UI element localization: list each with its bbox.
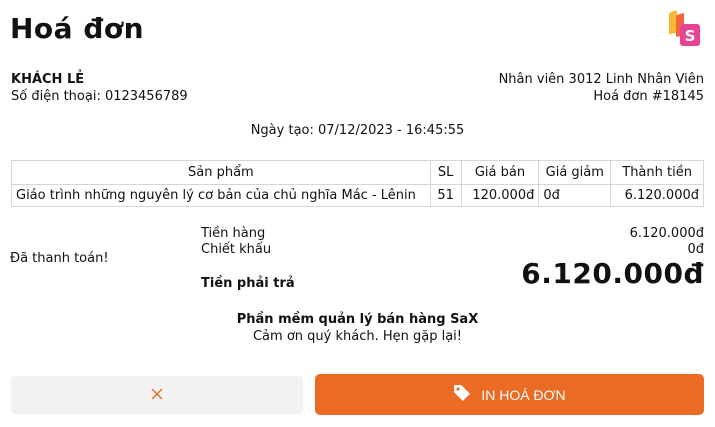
discount-value: 0đ: [687, 242, 704, 257]
subtotal-label: Tiền hàng: [201, 226, 266, 241]
col-total: Thành tiền: [610, 160, 704, 185]
close-icon: [151, 388, 163, 403]
tag-icon: [453, 384, 471, 405]
page-title: Hoá đơn: [10, 12, 145, 45]
cell-price: 120.000đ: [460, 184, 540, 207]
col-product: Sản phẩm: [11, 160, 431, 185]
customer-phone: Số điện thoại: 0123456789: [11, 89, 188, 104]
table-header-row: Sản phẩm SL Giá bán Giá giảm Thành tiền: [11, 160, 704, 185]
created-date: Ngày tạo: 07/12/2023 - 16:45:55: [250, 123, 465, 138]
col-price: Giá bán: [460, 160, 540, 185]
cell-qty: 51: [429, 184, 462, 207]
col-qty: SL: [429, 160, 462, 185]
items-table: Sản phẩm SL Giá bán Giá giảm Thành tiền …: [11, 160, 704, 207]
col-discount: Giá giảm: [538, 160, 612, 185]
footer: Phần mềm quản lý bán hàng SaX Cảm ơn quý…: [0, 311, 715, 345]
print-button-label: IN HOÁ ĐƠN: [481, 386, 566, 403]
customer-name: KHÁCH LẺ: [11, 72, 85, 87]
app-logo: S: [668, 10, 704, 50]
total-value: 6.120.000đ: [521, 257, 704, 290]
footer-thanks: Cảm ơn quý khách. Hẹn gặp lại!: [252, 329, 462, 344]
payment-status: Đã thanh toán!: [10, 251, 109, 266]
staff-info: Nhân viên 3012 Linh Nhân Viên Hoá đơn #1…: [499, 71, 704, 105]
staff-name: Nhân viên 3012 Linh Nhân Viên: [498, 72, 704, 87]
footer-software: Phần mềm quản lý bán hàng SaX: [236, 312, 479, 327]
total-label: Tiền phải trả: [201, 276, 295, 291]
cell-total: 6.120.000đ: [610, 184, 704, 207]
invoice-number: Hoá đơn #18145: [593, 89, 704, 104]
table-row: Giáo trình những nguyên lý cơ bản của ch…: [11, 184, 704, 207]
cell-product: Giáo trình những nguyên lý cơ bản của ch…: [11, 184, 431, 207]
cell-discount: 0đ: [538, 184, 612, 207]
logo-letter: S: [685, 27, 696, 45]
print-invoice-button[interactable]: IN HOÁ ĐƠN: [315, 374, 704, 415]
subtotal-value: 6.120.000đ: [629, 226, 704, 241]
cancel-button[interactable]: [11, 376, 303, 414]
discount-label: Chiết khấu: [201, 242, 272, 257]
customer-info: KHÁCH LẺ Số điện thoại: 0123456789: [11, 71, 188, 105]
